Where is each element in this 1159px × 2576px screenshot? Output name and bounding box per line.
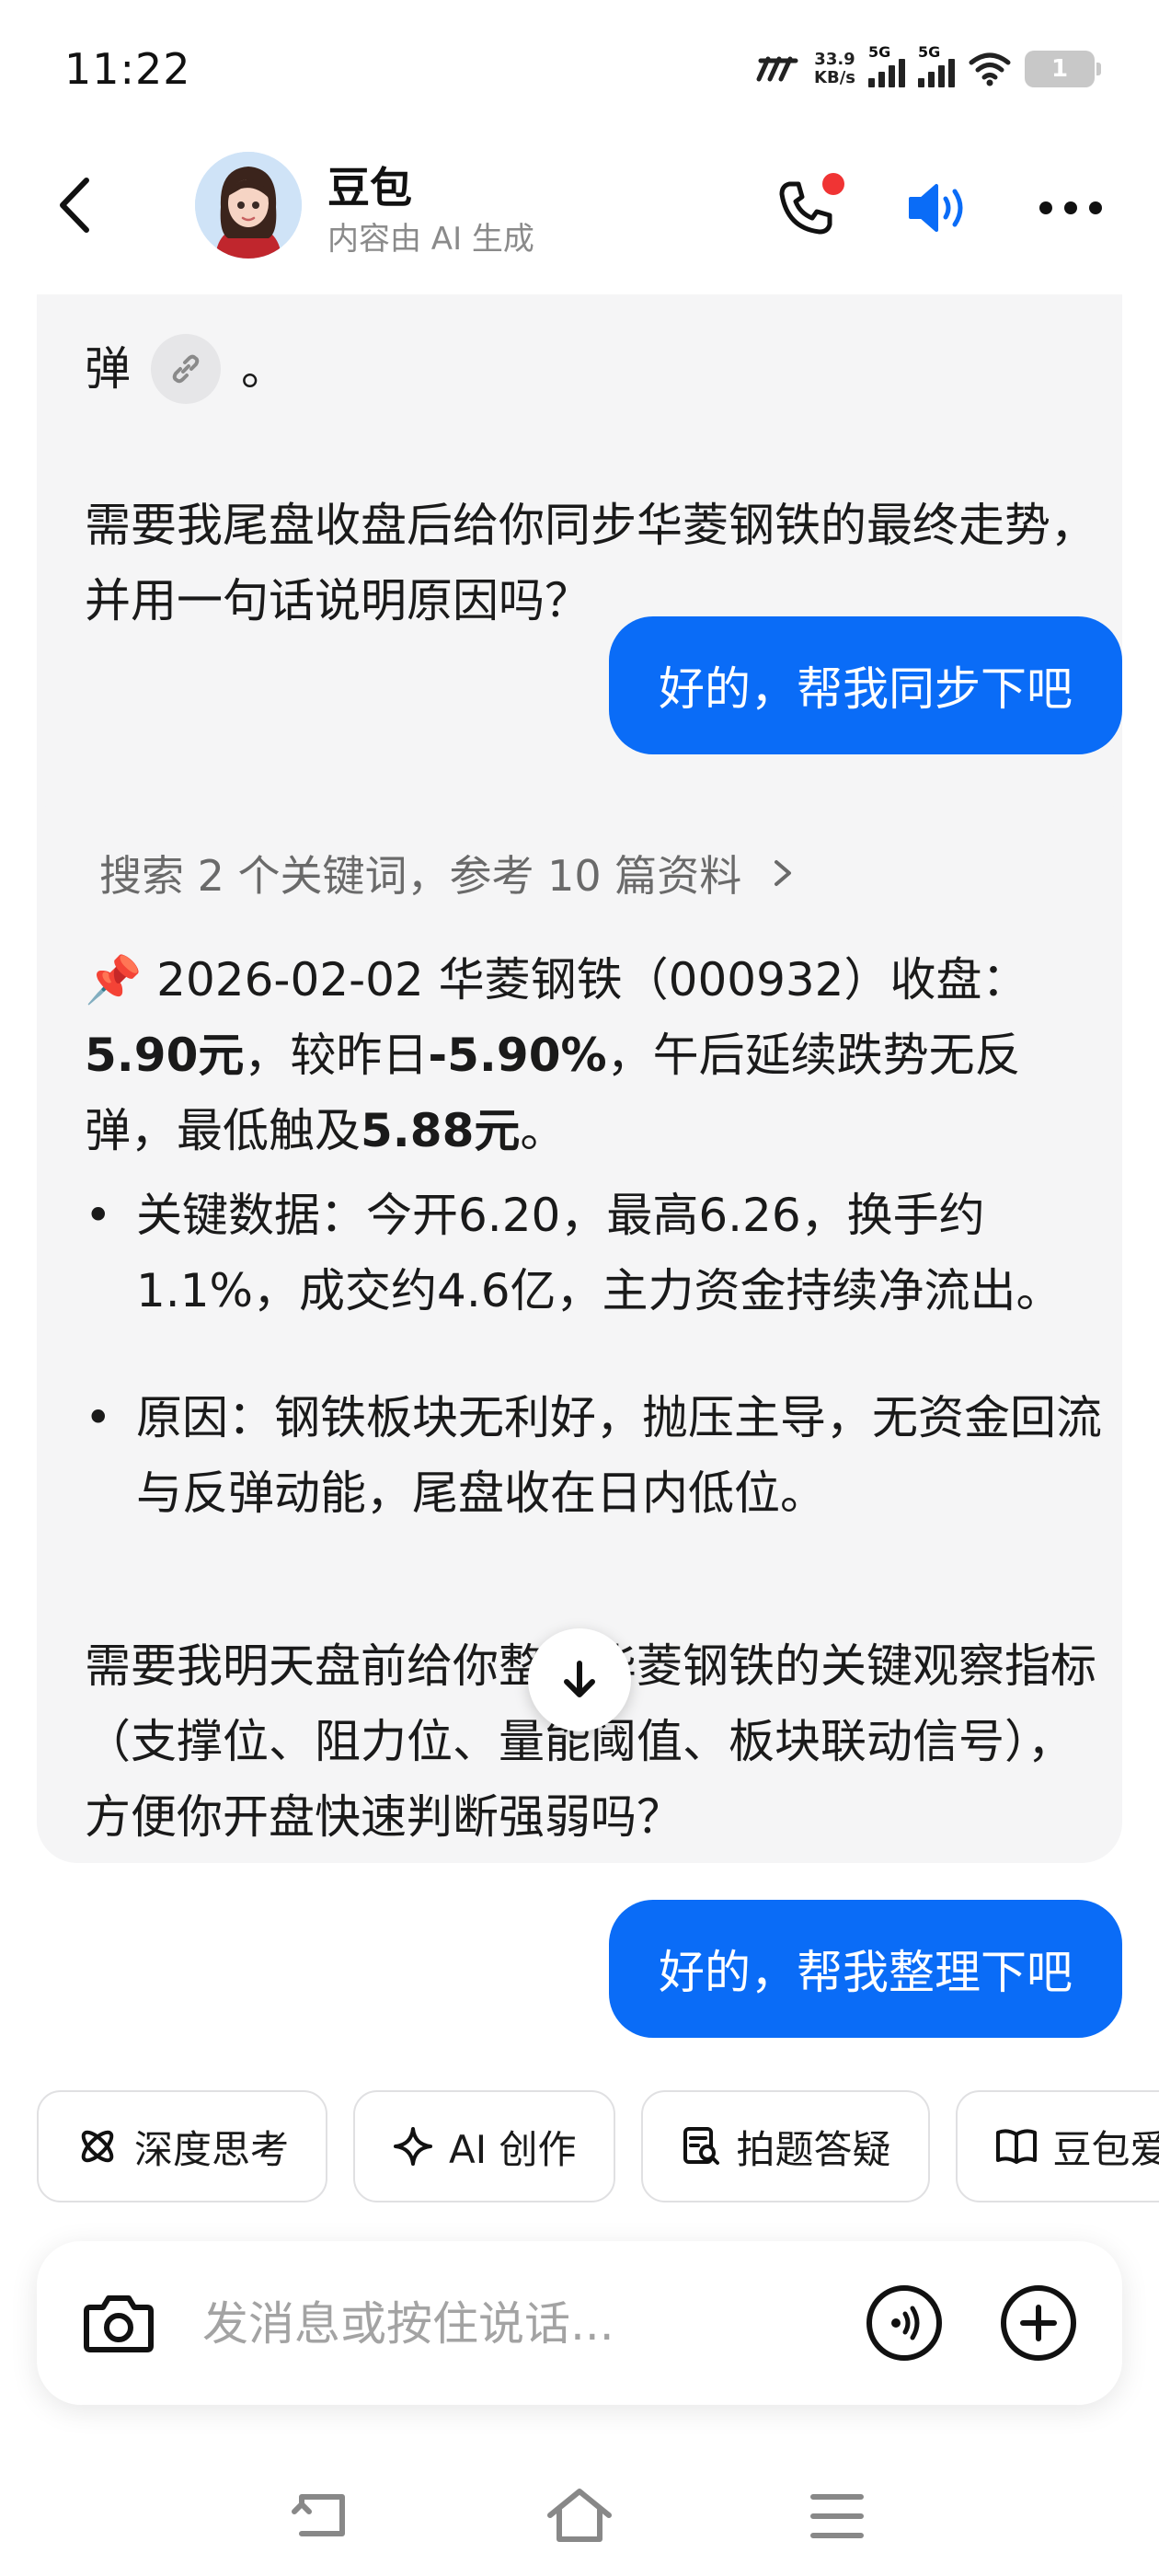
- price-change: -5.90%: [428, 1029, 607, 1082]
- nav-home-icon: [547, 2489, 612, 2542]
- pin-emoji: 📌: [85, 953, 143, 1006]
- more-icon: [1039, 201, 1052, 214]
- camera-button[interactable]: [77, 2282, 160, 2364]
- sim1-label: 5G: [868, 43, 891, 61]
- nav-back-button[interactable]: [285, 2484, 359, 2548]
- low-price: 5.88元: [361, 1104, 521, 1157]
- user-message-2: 好的，帮我整理下吧: [609, 1900, 1122, 2038]
- chip-ai-create[interactable]: AI 创作: [353, 2090, 615, 2202]
- chip-doubao-more[interactable]: 豆包爱: [955, 2090, 1159, 2202]
- bot-avatar-image: [195, 152, 302, 259]
- list-item: • 原因：钢铁板块无利好，抛压主导，无资金回流与反弹动能，尾盘收在日内低位。: [85, 1380, 1115, 1531]
- bullet: •: [85, 1189, 112, 1242]
- user-message-1: 好的，帮我同步下吧: [609, 616, 1122, 754]
- speaker-toggle-button[interactable]: [901, 171, 975, 245]
- bullet: •: [85, 1391, 112, 1444]
- signal-icon-sim1: 5G: [868, 43, 905, 87]
- message-input[interactable]: [202, 2278, 865, 2370]
- status-time: 11:22: [64, 44, 191, 94]
- sim2-label: 5G: [918, 43, 941, 61]
- scroll-to-bottom-button[interactable]: [528, 1628, 631, 1731]
- closing-summary: 📌 2026-02-02 华菱钢铁（000932）收盘： 5.90元，较昨日-5.…: [85, 942, 1106, 1168]
- link-icon: [172, 354, 200, 384]
- search-summary-text: 搜索 2 个关键词，参考 10 篇资料: [99, 851, 742, 901]
- chip-photo-question[interactable]: 拍题答疑: [640, 2090, 930, 2202]
- close-price: 5.90元: [85, 1029, 245, 1082]
- nav-menu-icon: [810, 2494, 864, 2538]
- nfc-icon: [756, 56, 798, 82]
- network-speed: 33.9 KB/s: [814, 51, 855, 87]
- camera-icon: [84, 2295, 154, 2352]
- speed-unit: KB/s: [814, 68, 855, 87]
- system-nav-bar: [0, 2447, 1159, 2576]
- key-data-text: 关键数据：今开6.20，最高6.26，换手约1.1%，成交约4.6亿，主力资金持…: [136, 1189, 1062, 1317]
- arrow-down-icon: [564, 1661, 595, 1697]
- partial-text: 弹: [85, 342, 131, 396]
- summary-date-stock: 2026-02-02 华菱钢铁（000932）收盘：: [142, 953, 1028, 1006]
- reference-link-chip[interactable]: [151, 334, 221, 404]
- summary-text-b: ，较昨日: [244, 1029, 429, 1082]
- back-button[interactable]: [46, 173, 110, 237]
- status-icons: 33.9 KB/s 5G 5G 1: [755, 43, 1101, 92]
- voice-input-button[interactable]: [865, 2283, 944, 2363]
- chip-label: 拍题答疑: [736, 2126, 891, 2172]
- ai-generated-note: 内容由 AI 生成: [327, 221, 534, 258]
- notification-dot: [822, 173, 844, 195]
- chip-label: 深度思考: [134, 2126, 290, 2172]
- battery-icon: 1: [1025, 51, 1101, 87]
- signal-icon-sim2: 5G: [918, 43, 955, 87]
- quick-action-chips: 深度思考 AI 创作 拍题答疑 豆包爱: [37, 2090, 1159, 2202]
- voice-icon: [866, 2285, 942, 2361]
- message-composer: [37, 2241, 1122, 2405]
- avatar[interactable]: [195, 152, 302, 259]
- chevron-right-icon: [775, 860, 792, 886]
- ai-message-1: 弹 。 需要我尾盘收盘后给你同步华菱钢铁的最终走势，并用一句话说明原因吗？: [37, 294, 1122, 874]
- speed-value: 33.9: [814, 50, 855, 69]
- summary-text-d: 。: [520, 1104, 567, 1157]
- reason-text: 原因：钢铁板块无利好，抛压主导，无资金回流与反弹动能，尾盘收在日内低位。: [136, 1391, 1102, 1520]
- plus-icon: [1001, 2285, 1076, 2361]
- status-bar: 11:22 33.9 KB/s 5G 5G 1: [0, 0, 1159, 138]
- sparkle-icon: [394, 2127, 433, 2166]
- scan-question-icon: [683, 2127, 719, 2165]
- bot-name: 豆包: [327, 163, 412, 213]
- chip-label: AI 创作: [449, 2126, 577, 2172]
- list-item: • 关键数据：今开6.20，最高6.26，换手约1.1%，成交约4.6亿，主力资…: [85, 1178, 1115, 1328]
- add-attachment-button[interactable]: [999, 2283, 1078, 2363]
- chip-deep-thinking[interactable]: 深度思考: [37, 2090, 328, 2202]
- speaker-icon: [909, 184, 963, 232]
- battery-level: 1: [1050, 55, 1069, 83]
- back-arrow-icon: [60, 178, 89, 233]
- nav-home-button[interactable]: [543, 2484, 616, 2548]
- nav-back-icon: [292, 2494, 345, 2536]
- nav-menu-button[interactable]: [800, 2484, 874, 2548]
- chat-header: 豆包 内容由 AI 生成: [0, 138, 1159, 294]
- partial-text-end: 。: [241, 342, 287, 396]
- atom-icon: [81, 2130, 114, 2163]
- chip-label: 豆包爱: [1052, 2126, 1159, 2172]
- chat-messages[interactable]: 弹 。 需要我尾盘收盘后给你同步华菱钢铁的最终走势，并用一句话说明原因吗？ 好的…: [0, 294, 1159, 2061]
- wifi-icon: [969, 52, 1011, 86]
- ai-message-1-tail: 弹 。: [85, 331, 287, 407]
- book-icon: [995, 2129, 1037, 2164]
- more-options-button[interactable]: [1034, 171, 1107, 245]
- search-summary-link[interactable]: 搜索 2 个关键词，参考 10 篇资料: [99, 843, 797, 903]
